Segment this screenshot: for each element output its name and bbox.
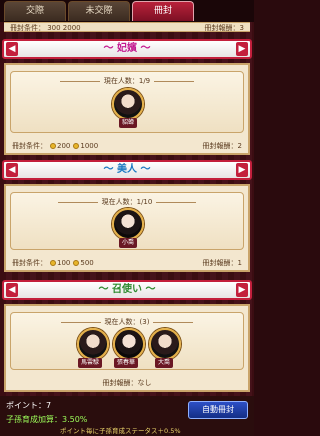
condition-row: 冊封条件： 200 1000 冊封報酬：2 <box>6 139 248 153</box>
character-name: 小喬 <box>119 238 138 248</box>
rank-title: 〜 美人 〜 <box>103 164 151 175</box>
previous-condition: 冊封条件： 300 2000 <box>10 24 81 32</box>
character-name: 貂蝉 <box>119 118 138 128</box>
arrow-left-icon: ◀ <box>6 42 18 56</box>
current-count: 現在人数：1/9 <box>11 76 243 86</box>
screen: 交際 未交際 冊封 冊封条件： 300 2000 冊封報酬：3 ◀ 〜 妃嬪 〜… <box>0 0 254 436</box>
arrow-right-icon: ▶ <box>236 163 248 177</box>
condition-row: 冊封報酬：なし <box>6 376 248 390</box>
condition: 冊封条件： 200 1000 <box>12 142 99 150</box>
condition-row: 冊封条件： 100 500 冊封報酬：1 <box>6 256 248 270</box>
coin-icon <box>50 143 56 149</box>
rank-ribbon-hihin: ◀ 〜 妃嬪 〜 ▶ <box>2 39 252 59</box>
tab-kousai[interactable]: 交際 <box>4 1 66 21</box>
points-label: ポイント：7 <box>6 401 52 410</box>
character-box: 現在人数：(3) 馬雲騄 張春華 大喬 <box>10 312 244 370</box>
rank-ribbon-bijin: ◀ 〜 美人 〜 ▶ <box>2 160 252 180</box>
coin-icon <box>73 260 80 266</box>
character-name: 張春華 <box>114 358 139 368</box>
condition: 冊封条件： 100 500 <box>12 259 94 267</box>
coin-icon <box>50 260 56 266</box>
tab-sakuhou[interactable]: 冊封 <box>132 1 194 21</box>
tab-bar: 交際 未交際 冊封 <box>0 0 254 22</box>
rank-panel-hihin: 現在人数：1/9 貂蝉 冊封条件： 200 1000 冊封報酬：2 <box>4 63 250 155</box>
arrow-right-icon: ▶ <box>236 283 248 297</box>
arrow-right-icon: ▶ <box>236 42 248 56</box>
character-avatar[interactable] <box>113 328 145 360</box>
character-avatar[interactable] <box>149 328 181 360</box>
tab-mikousai[interactable]: 未交際 <box>68 1 130 21</box>
character-avatar[interactable] <box>112 88 144 120</box>
rank-ribbon-meshitsukai: ◀ 〜 召使い 〜 ▶ <box>2 280 252 300</box>
rank-panel-bijin: 現在人数：1/10 小喬 冊封条件： 100 500 冊封報酬：1 <box>4 184 250 272</box>
character-name: 馬雲騄 <box>78 358 103 368</box>
rank-title: 〜 召使い 〜 <box>98 284 156 295</box>
previous-reward: 冊封報酬：3 <box>204 24 244 32</box>
reward: 冊封報酬：1 <box>202 259 242 267</box>
bonus-note: ポイント毎に子孫育成ステータス＋0.5% <box>60 427 181 435</box>
reward: 冊封報酬：2 <box>202 142 242 150</box>
character-avatar[interactable] <box>112 208 144 240</box>
bonus-label: 子孫育成加算：3.50% <box>6 415 88 424</box>
character-box: 現在人数：1/10 小喬 <box>10 192 244 250</box>
footer: ポイント：7 子孫育成加算：3.50% ポイント毎に子孫育成ステータス＋0.5%… <box>0 396 254 436</box>
previous-section-partial: 冊封条件： 300 2000 冊封報酬：3 <box>4 22 250 32</box>
arrow-left-icon: ◀ <box>6 283 18 297</box>
rank-panel-meshitsukai: 現在人数：(3) 馬雲騄 張春華 大喬 冊封報酬：なし <box>4 304 250 392</box>
arrow-left-icon: ◀ <box>6 163 18 177</box>
character-avatar[interactable] <box>77 328 109 360</box>
current-count: 現在人数：(3) <box>11 317 243 327</box>
rank-title: 〜 妃嬪 〜 <box>103 43 151 54</box>
character-box: 現在人数：1/9 貂蝉 <box>10 71 244 133</box>
coin-icon <box>73 143 80 149</box>
character-name: 大喬 <box>155 358 174 368</box>
reward: 冊封報酬：なし <box>102 379 152 387</box>
current-count: 現在人数：1/10 <box>11 197 243 207</box>
auto-sakuhou-button[interactable]: 自動冊封 <box>188 401 248 419</box>
